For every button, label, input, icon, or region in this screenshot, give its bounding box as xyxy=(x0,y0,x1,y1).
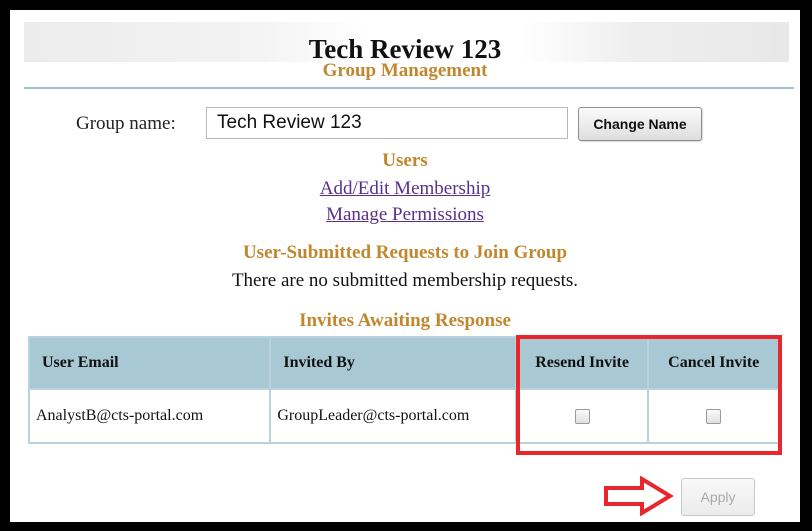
group-name-label: Group name: xyxy=(76,113,176,134)
invites-heading: Invites Awaiting Response xyxy=(299,310,511,331)
group-name-input[interactable]: Tech Review 123 xyxy=(206,107,568,139)
user-email-cell: AnalystB@cts-portal.com xyxy=(27,388,272,444)
add-edit-membership-link[interactable]: Add/Edit Membership xyxy=(10,178,800,200)
users-heading: Users xyxy=(382,150,428,171)
header-divider xyxy=(24,87,794,89)
group-management-panel: Tech Review 123 Group Management Group n… xyxy=(10,10,800,522)
arrow-right-icon xyxy=(604,476,674,516)
invited-by-cell: GroupLeader@cts-portal.com xyxy=(269,388,517,444)
column-header-invited-by: Invited By xyxy=(269,336,517,390)
apply-button[interactable]: Apply xyxy=(681,478,755,516)
manage-permissions-link[interactable]: Manage Permissions xyxy=(10,204,800,226)
column-header-user-email: User Email xyxy=(27,336,272,390)
change-name-button[interactable]: Change Name xyxy=(578,107,702,141)
requests-heading: User-Submitted Requests to Join Group xyxy=(242,242,568,263)
no-requests-message: There are no submitted membership reques… xyxy=(231,270,579,291)
page-subtitle: Group Management xyxy=(322,60,488,81)
highlight-box xyxy=(516,335,782,455)
